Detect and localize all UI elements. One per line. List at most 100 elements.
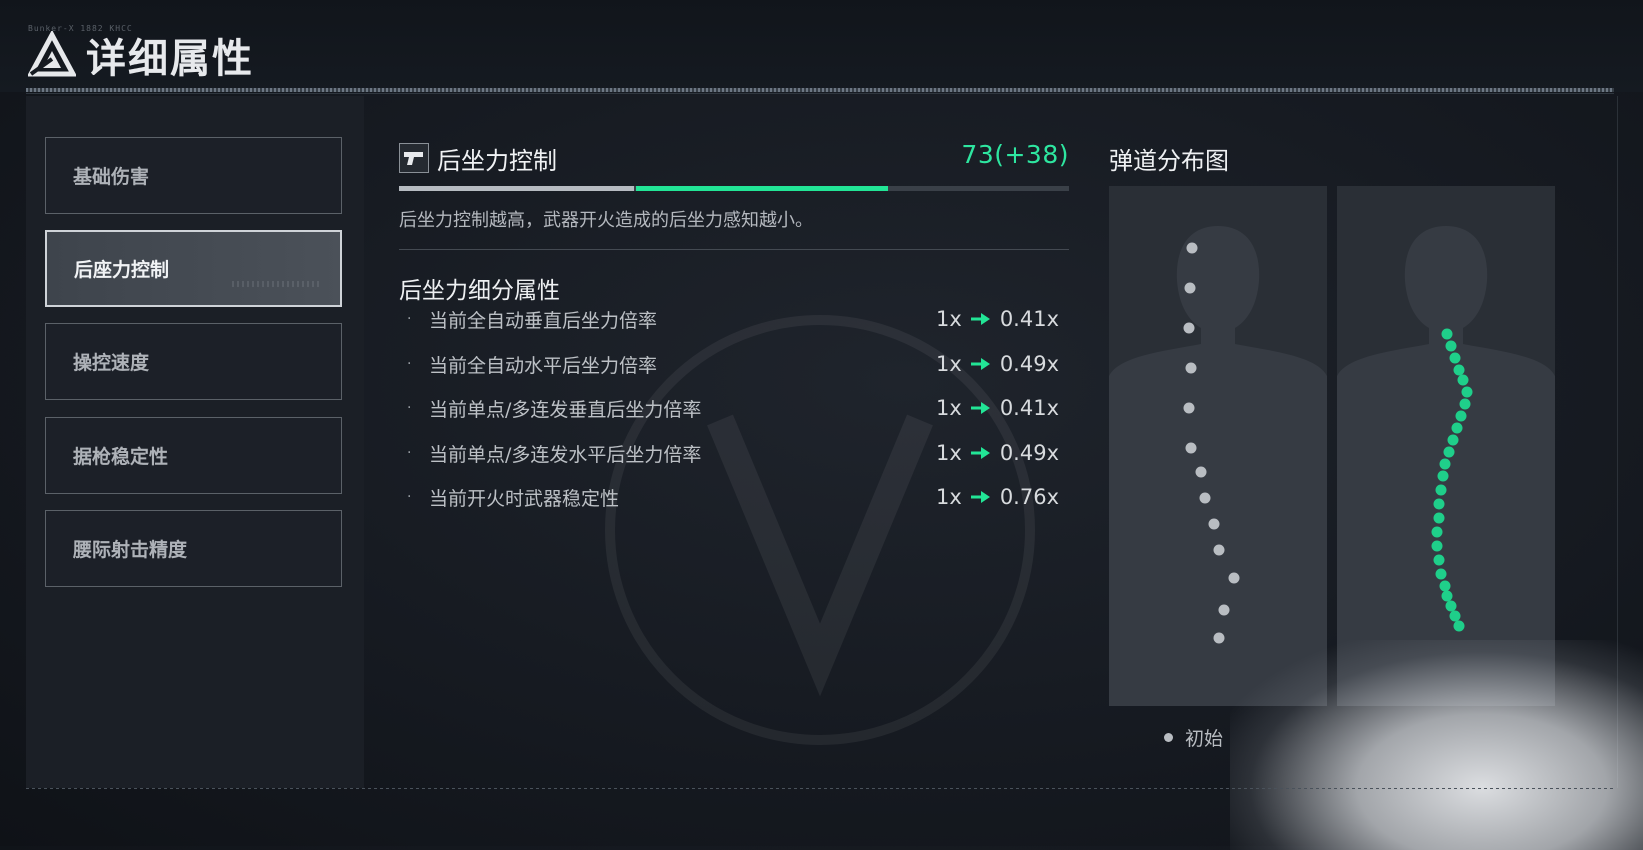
trajectory-title: 弹道分布图 [1109, 147, 1229, 175]
right-arrow-icon [970, 313, 990, 325]
bullet-icon: · [407, 311, 412, 327]
silhouette-initial [1109, 226, 1327, 706]
spray-dot-initial [1218, 604, 1230, 616]
attribute-label: 当前全自动垂直后坐力倍率 [429, 309, 658, 332]
right-arrow-icon [970, 491, 990, 503]
attribute-from: 1x [936, 307, 962, 331]
pistol-icon [399, 143, 429, 173]
spray-dot-initial [1213, 632, 1225, 644]
nav-item-label: 腰际射击精度 [73, 539, 188, 561]
attribute-from: 1x [936, 352, 962, 376]
spray-dot-current [1433, 512, 1445, 524]
spray-dot-current [1441, 590, 1453, 602]
spray-dot-current [1457, 374, 1469, 386]
attribute-label: 当前单点/多连发垂直后坐力倍率 [429, 398, 702, 421]
spray-dot-initial [1208, 518, 1220, 530]
spray-dot-initial [1213, 544, 1225, 556]
spray-dot-current [1445, 600, 1457, 612]
spray-dot-current [1433, 554, 1445, 566]
spray-dot-current [1439, 458, 1451, 470]
nav-item-hipfire-accuracy[interactable]: 腰际射击精度 [45, 510, 342, 587]
attribute-values: 1x 0.41x [936, 396, 1059, 420]
attribute-row: · 当前单点/多连发水平后坐力倍率 1x 0.49x [399, 438, 1059, 468]
spray-dot-current [1439, 580, 1451, 592]
spray-dot-current [1441, 328, 1453, 340]
attribute-to: 0.41x [999, 307, 1059, 331]
spray-dot-current [1431, 526, 1443, 538]
attribute-values: 1x 0.49x [936, 441, 1059, 465]
attribute-label: 当前全自动水平后坐力倍率 [429, 354, 658, 377]
attribute-row: · 当前全自动水平后坐力倍率 1x 0.49x [399, 349, 1059, 379]
stat-bonus-fill [635, 186, 889, 191]
nav-item-handling-speed[interactable]: 操控速度 [45, 323, 342, 400]
spray-dot-current [1431, 540, 1443, 552]
stat-base-fill [399, 186, 634, 191]
attribute-to: 0.49x [999, 352, 1059, 376]
spray-dot-initial [1183, 402, 1195, 414]
trajectory-panel-current [1337, 186, 1555, 706]
title-divider [26, 88, 1614, 92]
nav-item-label: 后座力控制 [74, 259, 170, 281]
attribute-to: 0.76x [999, 485, 1059, 509]
nav-item-decoration [232, 281, 322, 287]
bullet-icon: · [407, 400, 412, 416]
spray-dot-current [1435, 484, 1447, 496]
attribute-row: · 当前单点/多连发垂直后坐力倍率 1x 0.41x [399, 393, 1059, 423]
attribute-from: 1x [936, 441, 962, 465]
spray-dot-current [1449, 610, 1461, 622]
spray-dot-initial [1183, 322, 1195, 334]
nav-item-base-damage[interactable]: 基础伤害 [45, 137, 342, 214]
bullet-icon: · [407, 489, 412, 505]
spray-dot-current [1447, 434, 1459, 446]
stat-header: 后坐力控制 73(+38) [399, 140, 1069, 176]
silhouette-current [1337, 226, 1555, 706]
spray-dot-current [1451, 422, 1463, 434]
spray-dot-current [1443, 446, 1455, 458]
nav-item-label: 据枪稳定性 [73, 446, 169, 468]
right-arrow-icon [970, 402, 990, 414]
attribute-label: 当前单点/多连发水平后坐力倍率 [429, 443, 702, 466]
spray-dot-initial [1199, 492, 1211, 504]
spray-dot-current [1435, 568, 1447, 580]
attribute-to: 0.41x [999, 396, 1059, 420]
trajectory-legend: 初始 [1164, 724, 1223, 751]
nav-item-aim-stability[interactable]: 据枪稳定性 [45, 417, 342, 494]
panel-bottom-rule [26, 788, 1616, 789]
section-divider [399, 249, 1069, 250]
spray-dot-initial [1228, 572, 1240, 584]
bullet-icon: · [407, 445, 412, 461]
spray-dot-current [1433, 498, 1445, 510]
spray-dot-current [1445, 340, 1457, 352]
page-title: 详细属性 [86, 36, 254, 82]
legend-dot-icon [1164, 733, 1173, 742]
stat-progress-bar [399, 186, 1069, 191]
stat-value: 73(+38) [961, 140, 1069, 169]
spray-dot-current [1449, 352, 1461, 364]
header: 详细属性 [28, 26, 254, 84]
stat-name: 后坐力控制 [437, 146, 557, 175]
spray-dot-initial [1184, 282, 1196, 294]
spray-dot-initial [1186, 242, 1198, 254]
trajectory-panel-initial [1109, 186, 1327, 706]
overlay-glare [1230, 640, 1643, 850]
legend-label: 初始 [1185, 728, 1224, 750]
attribute-from: 1x [936, 485, 962, 509]
spray-dot-current [1461, 386, 1473, 398]
spray-dot-current [1453, 364, 1465, 376]
right-arrow-icon [970, 447, 990, 459]
nav-item-recoil-control[interactable]: 后座力控制 [45, 230, 342, 307]
attribute-row: · 当前开火时武器稳定性 1x 0.76x [399, 482, 1059, 512]
nav-item-label: 操控速度 [73, 352, 150, 374]
spray-dot-initial [1195, 466, 1207, 478]
sub-attributes-title: 后坐力细分属性 [399, 278, 560, 304]
spray-dot-current [1437, 470, 1449, 482]
attribute-from: 1x [936, 396, 962, 420]
spray-dot-current [1459, 398, 1471, 410]
attribute-row: · 当前全自动垂直后坐力倍率 1x 0.41x [399, 304, 1059, 334]
attribute-values: 1x 0.49x [936, 352, 1059, 376]
triangle-logo-icon [28, 31, 76, 77]
spray-dot-current [1453, 620, 1465, 632]
attribute-label: 当前开火时武器稳定性 [429, 487, 620, 510]
attribute-to: 0.49x [999, 441, 1059, 465]
spray-dot-initial [1185, 362, 1197, 374]
